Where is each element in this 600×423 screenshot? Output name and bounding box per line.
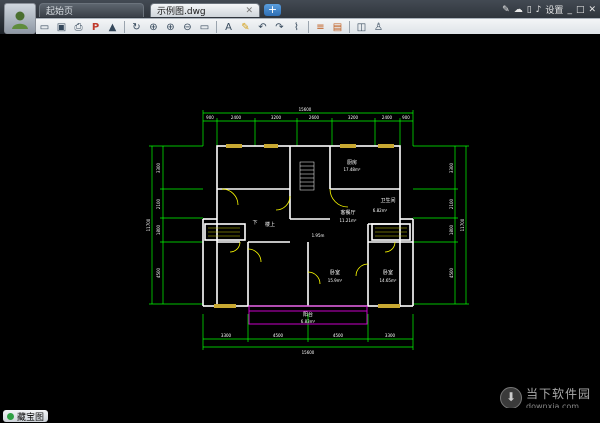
save-icon[interactable]: ▣ xyxy=(54,20,69,34)
room-balcony-label: 阳台 xyxy=(303,311,313,318)
dim-top-total: 15600 xyxy=(299,107,312,112)
room-living-label: 客餐厅 xyxy=(340,209,355,216)
new-tab-button[interactable]: + xyxy=(264,4,281,16)
dim-left-3: 1800 xyxy=(156,224,161,235)
undo-icon[interactable]: ↶ xyxy=(255,20,270,34)
treasure-map-label: 藏宝图 xyxy=(17,412,45,423)
room-bedroom2-area: 14.65m² xyxy=(380,278,397,283)
layer-icon[interactable]: ≡ xyxy=(313,20,328,34)
room-bedroom1-area: 15.9m² xyxy=(328,278,343,283)
status-bar: 藏宝图 xyxy=(0,408,600,423)
dim-top-6: 2400 xyxy=(382,115,393,120)
stair-down-label: 下 xyxy=(252,220,257,226)
toolbar-separator xyxy=(124,21,125,33)
dim-left-2: 2100 xyxy=(156,198,161,209)
dim-bottom-total: 15600 xyxy=(302,350,315,355)
dim-right-total: 11700 xyxy=(460,218,465,231)
dim-bottom-3: 4500 xyxy=(333,333,344,338)
room-kitchen-area: 17.48m² xyxy=(344,167,361,172)
room-bathroom-label: 卫生间 xyxy=(380,197,395,204)
room-kitchen-label: 厨房 xyxy=(347,159,357,166)
toolbar-separator xyxy=(308,21,309,33)
dim-right-2: 2100 xyxy=(449,198,454,209)
dim-bottom-1: 3300 xyxy=(221,333,232,338)
map-icon xyxy=(7,412,14,420)
title-bar: 起始页 示例图.dwg ✕ + ✎ ☁ ▯ ♪ 设置 _ □ ✕ ▭ ▣ ⎙ P… xyxy=(0,0,600,35)
redo-icon[interactable]: ↷ xyxy=(272,20,287,34)
dim-right-1: 3300 xyxy=(449,162,454,173)
layers-icon[interactable]: ◫ xyxy=(354,20,369,34)
maximize-button[interactable]: □ xyxy=(576,5,585,15)
close-tab-icon[interactable]: ✕ xyxy=(245,6,253,16)
lock-icon[interactable]: ▲ xyxy=(105,20,120,34)
feedback-icon[interactable]: ✎ xyxy=(502,5,510,15)
settings-label[interactable]: 设置 xyxy=(545,3,563,16)
close-button[interactable]: ✕ xyxy=(588,5,596,15)
room-living-area: 11.21m² xyxy=(340,218,357,223)
zoom-extents-icon[interactable]: ⊕ xyxy=(146,20,161,34)
cloud-icon[interactable]: ☁ xyxy=(514,5,523,15)
zoom-in-icon[interactable]: ⊕ xyxy=(163,20,178,34)
room-bedroom2-label: 卧室 xyxy=(383,269,393,276)
stairs xyxy=(299,161,315,191)
dim-top-5: 3200 xyxy=(348,115,359,120)
dim-small-note: 1.95m xyxy=(312,233,325,238)
room-bedroom1-label: 卧室 xyxy=(330,269,340,276)
dim-top-1: 900 xyxy=(206,115,214,120)
stair-up-label: 楼上 xyxy=(265,221,275,228)
phone-icon[interactable]: ▯ xyxy=(527,5,532,15)
dim-top-4: 2600 xyxy=(309,115,320,120)
user-avatar-icon xyxy=(12,11,28,29)
link-icon[interactable]: ⌇ xyxy=(289,20,304,34)
pdf-icon[interactable]: P xyxy=(88,20,103,34)
dim-right-3: 1800 xyxy=(449,224,454,235)
dim-left-4: 4500 xyxy=(156,267,161,278)
tab-drawing[interactable]: 示例图.dwg ✕ xyxy=(150,3,260,17)
pencil-icon[interactable]: ✎ xyxy=(238,20,253,34)
toolbar-separator xyxy=(216,21,217,33)
dim-top-3: 3200 xyxy=(271,115,282,120)
tab-label: 示例图.dwg xyxy=(157,7,206,17)
treasure-map-button[interactable]: 藏宝图 xyxy=(3,410,49,423)
drawing-canvas[interactable]: 15600 900 2400 3200 2600 3200 2400 900 3… xyxy=(0,34,600,408)
pan-icon[interactable]: ▭ xyxy=(197,20,212,34)
bell-icon[interactable]: ♪ xyxy=(536,5,542,15)
room-bathroom-area: 6.82m² xyxy=(373,208,388,213)
dim-left-1: 3300 xyxy=(156,162,161,173)
toolbar-separator xyxy=(349,21,350,33)
floor-plan: 15600 900 2400 3200 2600 3200 2400 900 3… xyxy=(146,107,469,355)
dim-bottom-4: 3300 xyxy=(385,333,396,338)
open-icon[interactable]: ▭ xyxy=(37,20,52,34)
text-icon[interactable]: A xyxy=(221,20,236,34)
dim-bottom-2: 4500 xyxy=(273,333,284,338)
user-icon[interactable]: ♙ xyxy=(371,20,386,34)
rotate-icon[interactable]: ↻ xyxy=(129,20,144,34)
watermark-title: 当下软件园 xyxy=(526,387,592,401)
minimize-button[interactable]: _ xyxy=(567,5,572,15)
download-logo-icon: ⬇ xyxy=(500,387,522,409)
hatch-icon[interactable]: ▤ xyxy=(330,20,345,34)
toolbar: ▭ ▣ ⎙ P ▲ ↻ ⊕ ⊕ ⊖ ▭ A ✎ ↶ ↷ ⌇ ≡ ▤ ◫ ♙ xyxy=(36,18,600,35)
dim-right-4: 4500 xyxy=(449,267,454,278)
dim-top-2: 2400 xyxy=(231,115,242,120)
print-icon[interactable]: ⎙ xyxy=(71,20,86,34)
zoom-out-icon[interactable]: ⊖ xyxy=(180,20,195,34)
stair-hatch-yellow xyxy=(208,227,407,237)
tab-label: 起始页 xyxy=(46,7,74,17)
top-right-controls: ✎ ☁ ▯ ♪ 设置 _ □ ✕ xyxy=(502,3,596,17)
user-avatar[interactable] xyxy=(4,3,36,34)
dim-top-7: 900 xyxy=(402,115,410,120)
dim-left-total: 11700 xyxy=(146,218,151,231)
tab-start-page[interactable]: 起始页 xyxy=(39,3,144,17)
room-balcony-area: 6.83m² xyxy=(301,319,316,324)
